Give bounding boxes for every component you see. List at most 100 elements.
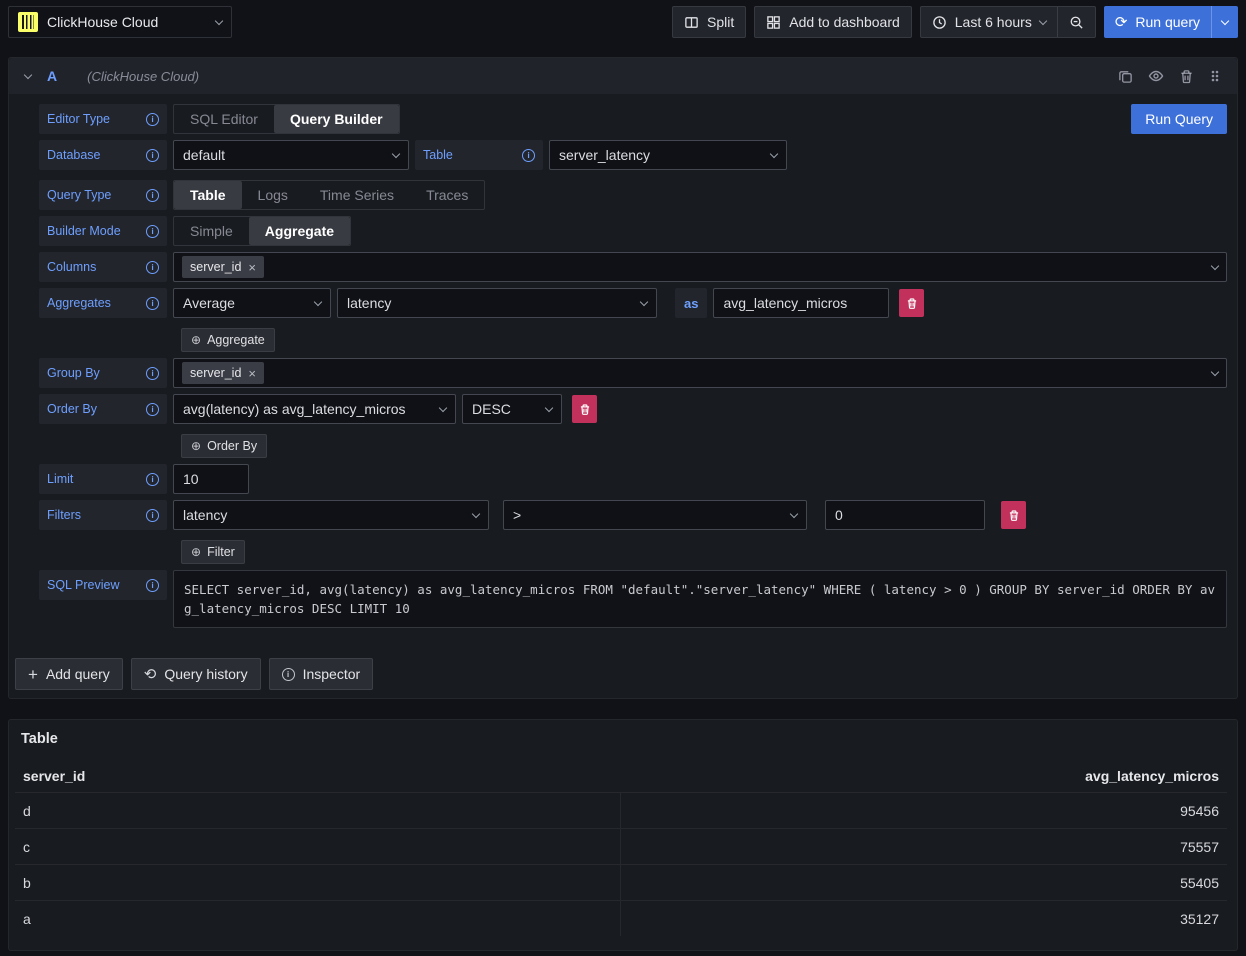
- aggregate-alias-input[interactable]: [713, 288, 889, 318]
- order-by-label: Order By i: [39, 394, 167, 424]
- add-aggregate-button[interactable]: ⊕ Aggregate: [181, 328, 275, 352]
- trash-icon: [1008, 509, 1020, 522]
- columns-multiselect[interactable]: server_id ×: [173, 252, 1227, 282]
- table-label: Table i: [415, 140, 543, 170]
- filters-label: Filters i: [39, 500, 167, 530]
- run-query-editor-button[interactable]: Run Query: [1131, 104, 1227, 134]
- zoom-out-time-button[interactable]: [1057, 7, 1095, 37]
- aggregate-column-value: latency: [347, 295, 391, 311]
- duplicate-query-button[interactable]: [1118, 69, 1133, 84]
- editor-type-toggle: SQL Editor Query Builder: [173, 104, 400, 134]
- sql-preview-row: SQL Preview i SELECT server_id, avg(late…: [39, 570, 1227, 628]
- info-icon: i: [146, 189, 159, 202]
- editor-type-label: Editor Type i: [39, 104, 167, 134]
- query-editor-panel: A (ClickHouse Cloud) Editor Type i: [8, 57, 1238, 699]
- builder-mode-aggregate-option[interactable]: Aggregate: [249, 217, 350, 245]
- toolbar-actions: Split Add to dashboard Last 6 hours ⟳ Ru…: [672, 6, 1238, 38]
- order-by-direction-select[interactable]: DESC: [462, 394, 562, 424]
- datasource-name: ClickHouse Cloud: [47, 14, 158, 30]
- query-builder-option[interactable]: Query Builder: [274, 105, 399, 133]
- limit-input[interactable]: [173, 464, 249, 494]
- remove-filter-button[interactable]: [1001, 501, 1026, 529]
- filter-operator-select[interactable]: >: [503, 500, 807, 530]
- collapse-chevron-icon[interactable]: [24, 70, 32, 78]
- datasource-picker[interactable]: ClickHouse Cloud: [8, 6, 232, 38]
- query-builder-form: Editor Type i SQL Editor Query Builder R…: [9, 94, 1237, 628]
- column-header-server-id[interactable]: server_id: [15, 759, 621, 792]
- chevron-down-icon: [439, 403, 447, 411]
- clickhouse-logo-icon: [18, 12, 38, 32]
- add-to-dashboard-button[interactable]: Add to dashboard: [754, 6, 912, 38]
- inspector-button[interactable]: i Inspector: [269, 658, 374, 690]
- builder-mode-label: Builder Mode i: [39, 216, 167, 246]
- limit-row: Limit i: [39, 464, 1227, 494]
- remove-query-button[interactable]: [1179, 69, 1194, 84]
- table-select[interactable]: server_latency: [549, 140, 787, 170]
- remove-chip-icon[interactable]: ×: [248, 367, 256, 380]
- column-header-avg-latency-micros[interactable]: avg_latency_micros: [621, 759, 1227, 792]
- database-select[interactable]: default: [173, 140, 409, 170]
- filter-column-select[interactable]: latency: [173, 500, 489, 530]
- run-query-label: Run query: [1135, 14, 1200, 30]
- builder-mode-simple-option[interactable]: Simple: [174, 217, 249, 245]
- filter-value-input[interactable]: [825, 500, 985, 530]
- run-query-button[interactable]: ⟳ Run query: [1104, 6, 1211, 38]
- table-row: b 55405: [15, 864, 1227, 900]
- as-keyword-label: as: [675, 288, 707, 318]
- chevron-down-icon: [215, 16, 223, 24]
- remove-chip-icon[interactable]: ×: [248, 261, 256, 274]
- query-type-logs-option[interactable]: Logs: [242, 181, 304, 209]
- add-order-by-button[interactable]: ⊕ Order By: [181, 434, 267, 458]
- remove-aggregate-button[interactable]: [899, 289, 924, 317]
- time-range-button[interactable]: Last 6 hours: [921, 7, 1057, 37]
- chevron-down-icon: [640, 297, 648, 305]
- info-icon: i: [146, 149, 159, 162]
- group-by-label: Group By i: [39, 358, 167, 388]
- filters-row: Filters i latency >: [39, 500, 1227, 530]
- cell-avg-latency: 95456: [621, 793, 1227, 828]
- group-by-chip-server-id: server_id ×: [182, 362, 264, 384]
- remove-order-by-button[interactable]: [572, 395, 597, 423]
- trash-icon: [579, 403, 591, 416]
- run-query-interval-dropdown[interactable]: [1211, 6, 1238, 38]
- aggregates-row: Aggregates i Average latency as: [39, 288, 1227, 318]
- drag-handle[interactable]: [1209, 68, 1221, 84]
- chevron-down-icon: [1211, 261, 1219, 269]
- add-filter-button[interactable]: ⊕ Filter: [181, 540, 245, 564]
- cell-server-id: a: [15, 901, 621, 936]
- query-type-time-series-option[interactable]: Time Series: [304, 181, 410, 209]
- aggregate-column-select[interactable]: latency: [337, 288, 657, 318]
- eye-icon: [1148, 68, 1164, 84]
- split-label: Split: [707, 14, 734, 30]
- query-ref-id[interactable]: A: [47, 68, 57, 84]
- columns-row: Columns i server_id ×: [39, 252, 1227, 282]
- order-by-row: Order By i avg(latency) as avg_latency_m…: [39, 394, 1227, 424]
- split-button[interactable]: Split: [672, 6, 746, 38]
- sql-editor-option[interactable]: SQL Editor: [174, 105, 274, 133]
- info-icon: i: [146, 473, 159, 486]
- order-by-field-select[interactable]: avg(latency) as avg_latency_micros: [173, 394, 456, 424]
- builder-mode-row: Builder Mode i Simple Aggregate: [39, 216, 1227, 246]
- info-icon: i: [146, 403, 159, 416]
- database-value: default: [183, 147, 225, 163]
- table-value: server_latency: [559, 147, 650, 163]
- query-type-traces-option[interactable]: Traces: [410, 181, 484, 209]
- plus-icon: +: [28, 666, 38, 683]
- add-filter-row: ⊕ Filter: [181, 540, 1227, 564]
- toggle-query-visibility-button[interactable]: [1148, 68, 1164, 84]
- panel-title: Table: [9, 720, 1237, 757]
- aggregate-function-select[interactable]: Average: [173, 288, 331, 318]
- grip-dots-icon: [1209, 68, 1221, 84]
- query-row-header: A (ClickHouse Cloud): [9, 58, 1237, 94]
- cell-server-id: d: [15, 793, 621, 828]
- query-type-table-option[interactable]: Table: [174, 181, 242, 209]
- chevron-down-icon: [472, 509, 480, 517]
- clock-icon: [932, 15, 947, 30]
- chevron-down-icon: [314, 297, 322, 305]
- group-by-multiselect[interactable]: server_id ×: [173, 358, 1227, 388]
- columns-label: Columns i: [39, 252, 167, 282]
- order-by-direction-value: DESC: [472, 401, 511, 417]
- query-history-button[interactable]: ⟲ Query history: [131, 658, 261, 690]
- cell-avg-latency: 55405: [621, 865, 1227, 900]
- add-query-button[interactable]: + Add query: [15, 658, 123, 690]
